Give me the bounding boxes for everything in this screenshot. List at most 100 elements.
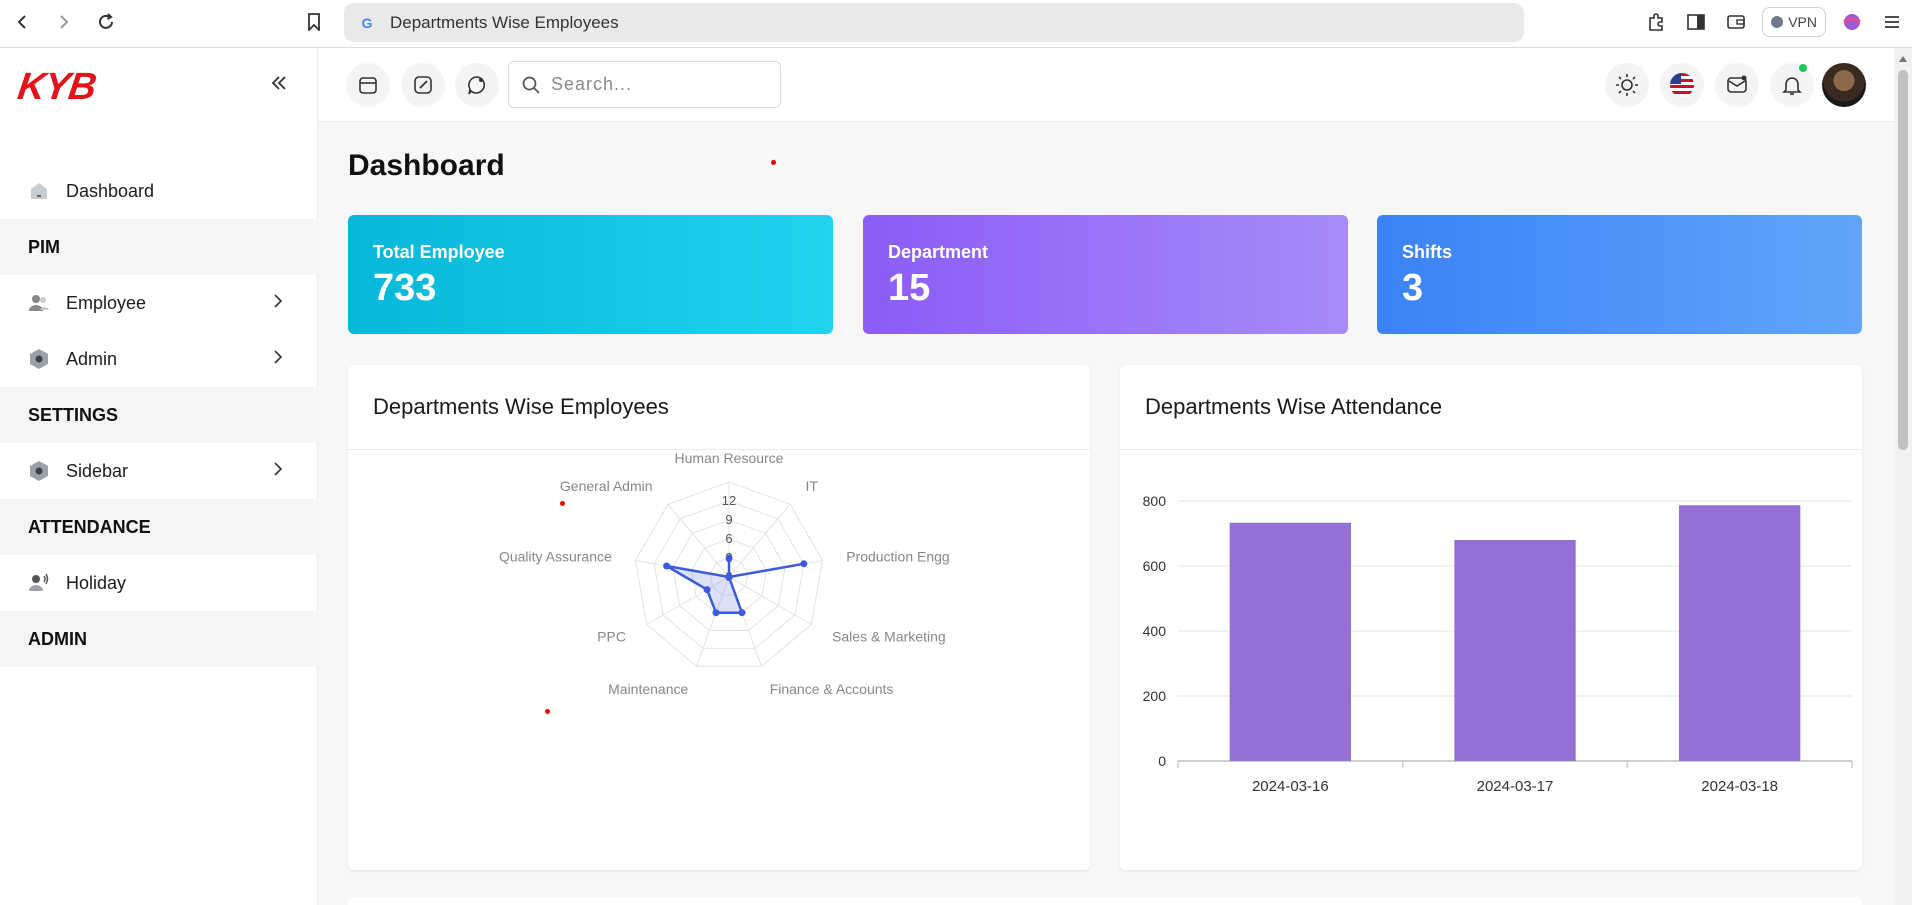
vpn-label: VPN: [1788, 14, 1817, 30]
bar: [1454, 540, 1576, 761]
bar-x-tick-label: 2024-03-17: [1477, 778, 1554, 795]
sidebar-section-settings: SETTINGS: [0, 387, 318, 443]
card-title: Departments Wise Employees: [348, 365, 1090, 450]
language-button[interactable]: [1660, 63, 1704, 107]
reload-icon[interactable]: [94, 10, 118, 34]
sidebar-item-holiday[interactable]: Holiday: [0, 555, 318, 611]
extensions-icon[interactable]: [1636, 2, 1676, 42]
radar-data-point: [725, 573, 733, 581]
radar-category-label: Quality Assurance: [499, 548, 612, 564]
address-bar[interactable]: G Departments Wise Employees: [344, 3, 1524, 42]
radar-chart-card: Departments Wise Employees 036912Human R…: [348, 365, 1090, 870]
stat-label: Department: [888, 242, 989, 262]
sidebar-nav: Dashboard PIM Employee Admin SETTINGS Si…: [0, 163, 318, 667]
chat-icon: [468, 76, 486, 95]
chevron-right-icon: [272, 293, 284, 314]
radar-data-point: [712, 609, 720, 617]
radar-tick-label: 6: [725, 531, 732, 546]
back-icon[interactable]: [10, 10, 34, 34]
google-icon: G: [361, 14, 373, 31]
bar-x-tick-label: 2024-03-18: [1701, 778, 1778, 795]
scrollbar-thumb[interactable]: [1898, 70, 1908, 450]
card-title: Departments Wise Attendance: [1120, 365, 1862, 450]
sidebar-item-dashboard[interactable]: Dashboard: [0, 163, 318, 219]
sidebar-item-label: Dashboard: [66, 180, 155, 201]
avatar[interactable]: [1822, 63, 1866, 107]
bar-y-tick-label: 0: [1158, 753, 1166, 769]
page-scrollbar[interactable]: [1894, 48, 1912, 905]
chat-button[interactable]: [455, 63, 499, 107]
browser-actions: VPN: [1636, 0, 1912, 44]
bar-y-tick-label: 600: [1143, 558, 1167, 574]
menu-icon[interactable]: [1872, 2, 1912, 42]
sidebar-item-label: Admin: [66, 348, 118, 369]
users-icon: [28, 292, 50, 314]
marker-dot: [560, 501, 565, 506]
page-title: Dashboard: [348, 149, 505, 182]
stat-label: Shifts: [1402, 242, 1453, 262]
radar-data-point: [725, 554, 733, 562]
us-flag-icon: [1670, 73, 1694, 97]
bar-x-tick-label: 2024-03-16: [1252, 778, 1329, 795]
stat-value: 3: [1402, 267, 1424, 309]
calendar-button[interactable]: [346, 63, 390, 107]
search-box[interactable]: [508, 61, 781, 108]
stat-value: 733: [373, 267, 437, 309]
sidebar-item-admin[interactable]: Admin: [0, 331, 318, 387]
bookmark-icon[interactable]: [302, 10, 326, 34]
sun-icon: [1616, 74, 1638, 96]
forward-icon[interactable]: [52, 10, 76, 34]
bar-chart: 0 200 400 600 800 2024-03-16 2024-03-17 2024-03…: [1143, 493, 1853, 795]
radar-category-label: IT: [805, 478, 818, 494]
marker-dot: [771, 160, 776, 165]
sidebar-section-admin: ADMIN: [0, 611, 318, 667]
stat-card-total-employee[interactable]: Total Employee 733: [348, 215, 833, 334]
edit-button[interactable]: [401, 63, 445, 107]
chevron-right-icon: [272, 461, 284, 482]
sidebar-item-label: Sidebar: [66, 460, 129, 481]
bar-y-tick-label: 800: [1143, 493, 1167, 509]
bar-y-tick-label: 200: [1143, 688, 1167, 704]
profile-icon[interactable]: [1832, 2, 1872, 42]
sidebar-item-employee[interactable]: Employee: [0, 275, 318, 331]
sidebar-section-pim: PIM: [0, 219, 318, 275]
brand-logo[interactable]: KYB: [15, 66, 98, 109]
radar-category-label: Human Resource: [675, 451, 784, 466]
sidebar-item-sidebar[interactable]: Sidebar: [0, 443, 318, 499]
scroll-up-icon[interactable]: [1899, 56, 1907, 62]
sidebar-item-label: Employee: [66, 292, 147, 313]
bar: [1229, 522, 1351, 761]
vpn-button[interactable]: VPN: [1762, 7, 1826, 37]
radar-category-label: PPC: [597, 629, 626, 645]
topbar: [318, 48, 1894, 122]
chevron-right-icon: [272, 349, 284, 370]
stat-value: 15: [888, 267, 931, 309]
next-card-edge: [348, 897, 1862, 905]
bar-y-tick-label: 400: [1143, 623, 1167, 639]
radar-data-point: [703, 586, 711, 594]
sidebar-toggle-icon[interactable]: [1676, 2, 1716, 42]
stat-card-department[interactable]: Department 15: [863, 215, 1348, 334]
messages-button[interactable]: [1715, 63, 1759, 107]
radar-spoke: [667, 503, 730, 578]
stat-label: Total Employee: [373, 242, 505, 262]
wallet-icon[interactable]: [1716, 2, 1756, 42]
radar-category-label: General Admin: [560, 478, 653, 494]
edit-icon: [414, 76, 432, 94]
notification-badge: [1799, 64, 1807, 72]
search-input[interactable]: [551, 74, 761, 95]
stat-card-shifts[interactable]: Shifts 3: [1377, 215, 1862, 334]
sidebar-item-label: Holiday: [66, 572, 127, 593]
browser-toolbar: G Departments Wise Employees VPN: [0, 0, 1912, 48]
hexagon-icon: [28, 348, 50, 370]
collapse-sidebar-icon[interactable]: [266, 70, 292, 96]
radar-category-label: Production Engg: [846, 548, 950, 564]
theme-toggle-button[interactable]: [1605, 63, 1649, 107]
dashboard-icon: [28, 180, 50, 202]
sidebar: KYB Dashboard PIM Employee Admin SETTING…: [0, 48, 318, 905]
bar-chart-card: Departments Wise Attendance 0 200 400 600 80…: [1120, 365, 1862, 870]
radar-category-label: Finance & Accounts: [770, 681, 894, 697]
radar-category-label: Maintenance: [608, 681, 688, 697]
sidebar-section-attendance: ATTENDANCE: [0, 499, 318, 555]
notifications-button[interactable]: [1770, 63, 1814, 107]
